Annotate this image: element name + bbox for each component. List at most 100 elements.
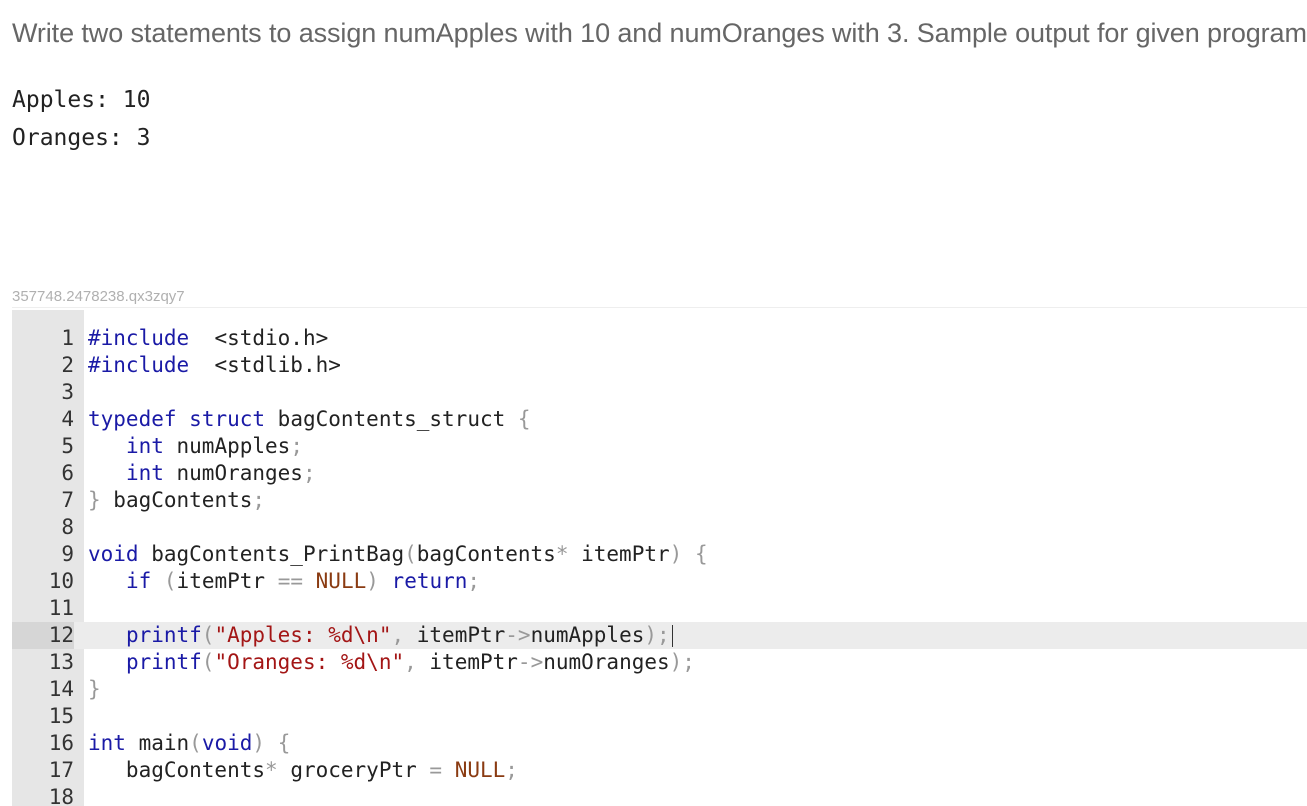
code-line[interactable]: 11 (12, 595, 1307, 622)
code-token: numOranges (543, 650, 670, 674)
line-number: 6 (61, 461, 74, 485)
code-line[interactable]: 9 void bagContents_PrintBag(bagContents* … (12, 541, 1307, 568)
line-number: 3 (61, 380, 74, 404)
code-line[interactable]: 12 printf("Apples: %d\n", itemPtr->numAp… (12, 622, 1307, 649)
code-token: } (88, 488, 101, 512)
line-number: 16 (48, 731, 74, 755)
line-number: 2 (61, 353, 74, 377)
code-line[interactable]: 6 int numOranges; (12, 460, 1307, 487)
sample-output-line: Oranges: 3 (12, 125, 151, 151)
code-text[interactable]: } bagContents; (88, 487, 265, 514)
text-cursor (671, 625, 673, 647)
code-token: -> (517, 650, 544, 674)
code-line[interactable]: 18 (12, 784, 1307, 806)
line-number: 13 (48, 650, 74, 674)
code-text[interactable]: int numApples; (88, 433, 303, 460)
code-token: numApples (530, 623, 645, 647)
code-token: ; (505, 758, 518, 782)
code-text[interactable]: void bagContents_PrintBag(bagContents* i… (88, 541, 708, 568)
code-token: ( (189, 731, 202, 755)
code-token: , (391, 623, 405, 647)
line-number: 9 (61, 542, 74, 566)
line-number: 18 (48, 785, 74, 806)
code-line[interactable]: 10 if (itemPtr == NULL) return; (12, 568, 1307, 595)
code-token: struct (189, 407, 266, 431)
code-token: bagContents_struct (265, 407, 518, 431)
code-text[interactable]: if (itemPtr == NULL) return; (88, 568, 480, 595)
line-number: 17 (48, 758, 74, 782)
code-token: return (391, 569, 468, 593)
code-token: ) (669, 542, 683, 566)
code-line[interactable]: 8 (12, 514, 1307, 541)
code-token: ( (404, 542, 417, 566)
code-line[interactable]: 15 (12, 703, 1307, 730)
code-token: bagContents (416, 542, 556, 566)
code-token: * (555, 542, 569, 566)
code-token: * (265, 758, 278, 782)
code-line[interactable]: 4 typedef struct bagContents_struct { (12, 406, 1307, 433)
code-line[interactable]: 2 #include <stdlib.h> (12, 352, 1307, 379)
code-token: itemPtr (176, 569, 278, 593)
code-token: numOranges (163, 461, 303, 485)
line-number: 14 (48, 677, 74, 701)
code-text[interactable]: typedef struct bagContents_struct { (88, 406, 531, 433)
divider (12, 307, 1307, 308)
line-number: 11 (48, 596, 74, 620)
code-token: ; (302, 461, 316, 485)
code-id-label: 357748.2478238.qx3zqy7 (12, 288, 185, 305)
code-text[interactable]: #include <stdlib.h> (88, 352, 341, 379)
code-text[interactable]: printf("Oranges: %d\n", itemPtr->numOran… (88, 649, 695, 676)
code-token: ) (366, 569, 379, 593)
line-number: 1 (61, 326, 74, 350)
code-token: { (277, 731, 291, 755)
code-text[interactable]: bagContents* groceryPtr = NULL; (88, 757, 518, 784)
line-number: 10 (48, 569, 74, 593)
code-token: int (125, 461, 164, 485)
code-token: ); (669, 650, 695, 674)
code-token: -> (505, 623, 531, 647)
code-line[interactable]: 17 bagContents* groceryPtr = NULL; (12, 757, 1307, 784)
code-text[interactable]: int main(void) { (88, 730, 290, 757)
code-token: "Oranges: %d\n" (214, 650, 405, 674)
code-editor[interactable]: 1 #include <stdio.h> 2 #include <stdlib.h> 3… (12, 310, 1307, 806)
code-token: void (88, 542, 139, 566)
code-token: ( (163, 569, 177, 593)
code-line[interactable]: 7} bagContents; (12, 487, 1307, 514)
code-line[interactable]: 5 int numApples; (12, 433, 1307, 460)
code-line[interactable]: 16 int main(void) { (12, 730, 1307, 757)
code-token: bagContents (100, 488, 253, 512)
code-token: main (125, 731, 190, 755)
code-token: int (125, 434, 164, 458)
code-token: ( (201, 623, 215, 647)
code-line[interactable]: 14} (12, 676, 1307, 703)
code-token: bagContents_PrintBag (138, 542, 405, 566)
code-token: itemPtr (568, 542, 670, 566)
code-token: , (404, 650, 417, 674)
code-token: = (429, 758, 443, 782)
code-line[interactable]: 1 #include <stdio.h> (12, 325, 1307, 352)
code-lines[interactable]: 1 #include <stdio.h> 2 #include <stdlib.h> 3… (12, 325, 1307, 806)
line-number: 4 (61, 407, 74, 431)
code-token: <stdio.h> (214, 326, 329, 350)
code-text[interactable]: int numOranges; (88, 460, 316, 487)
code-token: typedef (88, 407, 177, 431)
code-token: NULL (315, 569, 367, 593)
code-line[interactable]: 3 (12, 379, 1307, 406)
code-text[interactable]: #include <stdio.h> (88, 325, 328, 352)
code-text[interactable]: } (88, 676, 101, 703)
code-line[interactable]: 13 printf("Oranges: %d\n", itemPtr->numO… (12, 649, 1307, 676)
code-text[interactable]: printf("Apples: %d\n", itemPtr->numApple… (88, 622, 673, 649)
code-token: NULL (454, 758, 506, 782)
code-token: <stdlib.h> (214, 353, 341, 377)
line-number: 15 (48, 704, 74, 728)
